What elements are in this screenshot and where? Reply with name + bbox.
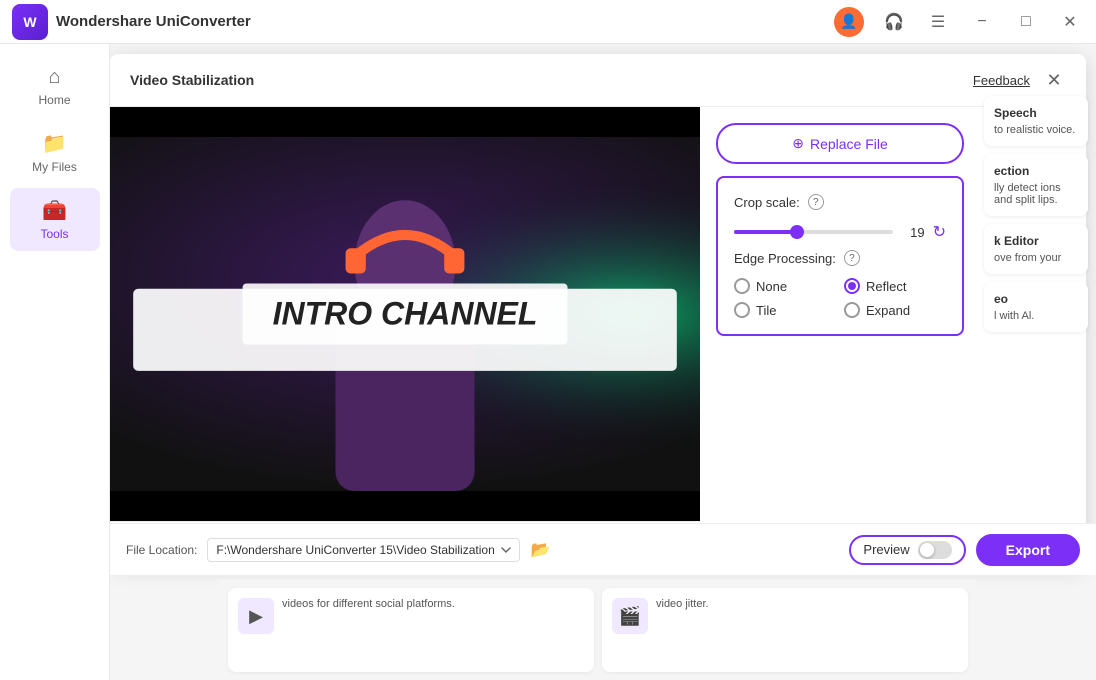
slider-fill bbox=[734, 230, 797, 234]
slider-row: 19 ↻ bbox=[734, 222, 946, 242]
edge-proc-row: Edge Processing: ? bbox=[734, 250, 946, 266]
right-card-video-title: eo bbox=[994, 292, 1078, 306]
files-icon: 📁 bbox=[42, 131, 67, 156]
sidebar: ⌂ Home 📁 My Files 🧰 Tools bbox=[0, 44, 110, 680]
feedback-link[interactable]: Feedback bbox=[973, 73, 1030, 88]
replace-file-label: Replace File bbox=[810, 136, 888, 152]
avatar-button[interactable]: 👤 bbox=[834, 7, 864, 37]
dialog-header: Video Stabilization Feedback ✕ bbox=[110, 54, 1086, 107]
toggle-knob bbox=[920, 543, 934, 557]
minimize-button[interactable]: − bbox=[968, 8, 996, 36]
radio-reflect[interactable]: Reflect bbox=[844, 278, 946, 294]
bottom-cards-area: ▶ videos for different social platforms.… bbox=[220, 580, 976, 680]
close-window-button[interactable]: ✕ bbox=[1056, 8, 1084, 36]
title-bar: W Wondershare UniConverter 👤 🎧 ☰ − □ ✕ bbox=[0, 0, 1096, 44]
right-card-speech-title: Speech bbox=[994, 106, 1078, 120]
folder-button[interactable]: 📂 bbox=[530, 540, 550, 560]
logo-text: W bbox=[23, 14, 36, 30]
right-sidebar: Speech to realistic voice. ection lly de… bbox=[976, 88, 1096, 680]
video-overlay-text: INTRO CHANNEL bbox=[243, 284, 568, 345]
video-black-bar-bottom bbox=[110, 491, 700, 521]
bottom-card-0: ▶ videos for different social platforms. bbox=[228, 588, 594, 672]
radio-none-label: None bbox=[756, 279, 787, 294]
refresh-button[interactable]: ↻ bbox=[933, 222, 946, 242]
sidebar-label-tools: Tools bbox=[40, 227, 68, 241]
right-card-video-text: l with Al. bbox=[994, 310, 1034, 322]
replace-file-button[interactable]: ⊕ Replace File bbox=[716, 123, 964, 164]
sidebar-label-home: Home bbox=[38, 93, 70, 107]
app-logo: W bbox=[12, 4, 48, 40]
tools-icon: 🧰 bbox=[42, 198, 67, 223]
main-content: Video Stabilization Feedback ✕ bbox=[110, 44, 1096, 680]
sidebar-label-myfiles: My Files bbox=[32, 160, 77, 174]
title-bar-left: W Wondershare UniConverter bbox=[12, 4, 251, 40]
video-background: INTRO CHANNEL bbox=[110, 137, 700, 491]
right-card-speech-text: to realistic voice. bbox=[994, 124, 1075, 136]
crop-scale-slider[interactable] bbox=[734, 222, 893, 242]
settings-panel: ⊕ Replace File Crop scale: ? bbox=[700, 107, 980, 566]
bottom-card-text-1: video jitter. bbox=[656, 598, 709, 610]
bottom-card-text-0: videos for different social platforms. bbox=[282, 598, 455, 610]
radio-reflect-circle bbox=[844, 278, 860, 294]
video-area: INTRO CHANNEL ⏮ ▶ ⏭ 00:02/00:09 bbox=[110, 107, 700, 566]
preview-toggle-area: Preview bbox=[849, 535, 965, 565]
radio-expand[interactable]: Expand bbox=[844, 302, 946, 318]
edge-proc-info-icon[interactable]: ? bbox=[844, 250, 860, 266]
maximize-button[interactable]: □ bbox=[1012, 8, 1040, 36]
title-bar-right: 👤 🎧 ☰ − □ ✕ bbox=[834, 7, 1084, 37]
right-card-editor: k Editor ove from your bbox=[984, 224, 1088, 274]
file-path-select[interactable]: F:\Wondershare UniConverter 15\Video Sta… bbox=[207, 538, 520, 562]
dialog-body: INTRO CHANNEL ⏮ ▶ ⏭ 00:02/00:09 bbox=[110, 107, 1086, 566]
radio-tile-label: Tile bbox=[756, 303, 776, 318]
preview-toggle[interactable] bbox=[918, 541, 952, 559]
app-name: Wondershare UniConverter bbox=[56, 13, 251, 30]
right-card-editor-title: k Editor bbox=[994, 234, 1078, 248]
sidebar-item-myfiles[interactable]: 📁 My Files bbox=[10, 121, 100, 184]
bottom-card-icon-1: 🎬 bbox=[612, 598, 648, 634]
radio-none[interactable]: None bbox=[734, 278, 836, 294]
slider-thumb[interactable] bbox=[790, 225, 804, 239]
sidebar-item-tools[interactable]: 🧰 Tools bbox=[10, 188, 100, 251]
bottom-bar: File Location: F:\Wondershare UniConvert… bbox=[110, 523, 1096, 575]
settings-box: Crop scale: ? 19 ↻ Edge P bbox=[716, 176, 964, 336]
dialog-title: Video Stabilization bbox=[130, 72, 254, 88]
radio-expand-label: Expand bbox=[866, 303, 910, 318]
home-icon: ⌂ bbox=[48, 66, 60, 89]
radio-expand-circle bbox=[844, 302, 860, 318]
menu-button[interactable]: ☰ bbox=[924, 8, 952, 36]
crop-scale-info-icon[interactable]: ? bbox=[808, 194, 824, 210]
file-location-label: File Location: bbox=[126, 543, 197, 557]
crop-scale-row: Crop scale: ? bbox=[734, 194, 946, 210]
replace-plus-icon: ⊕ bbox=[792, 135, 804, 152]
right-card-video: eo l with Al. bbox=[984, 282, 1088, 332]
sidebar-item-home[interactable]: ⌂ Home bbox=[10, 56, 100, 117]
headset-button[interactable]: 🎧 bbox=[880, 8, 908, 36]
right-card-detection-title: ection bbox=[994, 164, 1078, 178]
crop-scale-label: Crop scale: bbox=[734, 195, 800, 210]
radio-reflect-label: Reflect bbox=[866, 279, 906, 294]
crop-scale-value: 19 bbox=[901, 225, 925, 240]
bottom-card-1: 🎬 video jitter. bbox=[602, 588, 968, 672]
right-card-detection: ection lly detect ions and split lips. bbox=[984, 154, 1088, 216]
bottom-card-icon-0: ▶ bbox=[238, 598, 274, 634]
preview-label: Preview bbox=[863, 542, 909, 557]
right-card-speech: Speech to realistic voice. bbox=[984, 96, 1088, 146]
edge-proc-label: Edge Processing: bbox=[734, 251, 836, 266]
radio-group: None Reflect Tile Expand bbox=[734, 278, 946, 318]
video-black-bar-top bbox=[110, 107, 700, 137]
radio-tile-circle bbox=[734, 302, 750, 318]
right-card-detection-text: lly detect ions and split lips. bbox=[994, 182, 1061, 206]
radio-none-circle bbox=[734, 278, 750, 294]
video-stabilization-dialog: Video Stabilization Feedback ✕ bbox=[110, 54, 1086, 565]
video-preview: INTRO CHANNEL bbox=[110, 137, 700, 491]
radio-tile[interactable]: Tile bbox=[734, 302, 836, 318]
right-card-editor-text: ove from your bbox=[994, 252, 1061, 264]
